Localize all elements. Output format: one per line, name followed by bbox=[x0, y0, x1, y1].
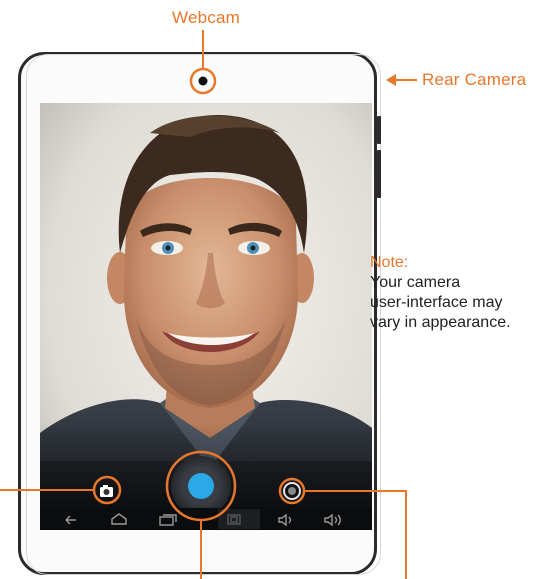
note-block: Note: Your camera user-interface may var… bbox=[370, 253, 511, 333]
settings-highlight-ring bbox=[278, 477, 306, 505]
rear-camera-arrowhead bbox=[386, 74, 396, 86]
shutter-highlight-ring bbox=[165, 450, 237, 522]
note-heading: Note: bbox=[370, 254, 409, 271]
note-line-1: Your camera bbox=[370, 274, 461, 291]
note-line-2: user-interface may bbox=[370, 294, 503, 311]
mode-switch-highlight-ring bbox=[92, 475, 122, 505]
webcam-lens bbox=[198, 76, 208, 86]
note-line-3: vary in appearance. bbox=[370, 314, 511, 331]
